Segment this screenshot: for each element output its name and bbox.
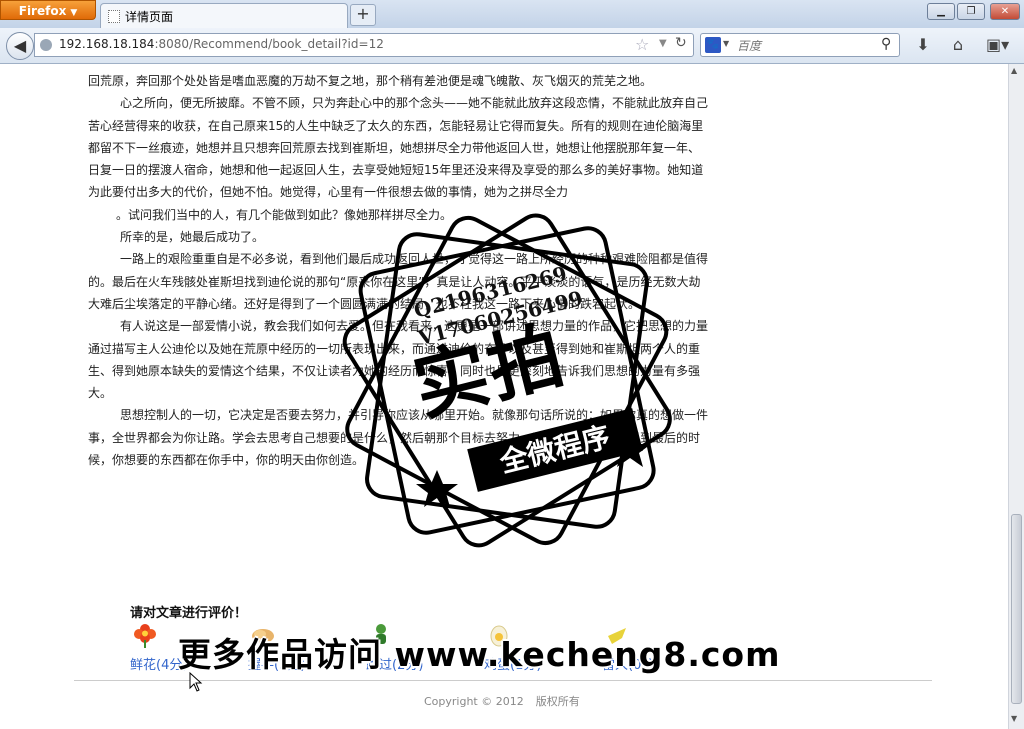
bookmark-star-icon[interactable]: ☆ [635,35,649,54]
article-paragraph: 一路上的艰险重重自是不必多说，看到他们最后成功返回人世，才觉得这一路上所经历的种… [88,252,709,311]
title-bar: Firefox ▼ 详情页面 + ▁ ❐ ✕ [0,0,1024,28]
reload-icon[interactable]: ↻ [675,35,687,51]
search-engine-dropdown-icon[interactable]: ▼ [723,39,729,48]
article-paragraph: 有人说这是一部爱情小说，教会我们如何去爱。但在我看来，这更是一部讲述思想力量的作… [88,319,709,401]
bookmarks-menu-icon[interactable]: ▣▾ [986,35,1009,54]
article-paragraph: 回荒原，奔回那个处处皆是嗜血恶魔的万劫不复之地，那个稍有差池便是魂飞魄散、灰飞烟… [88,74,653,88]
maximize-button[interactable]: ❐ [957,3,985,20]
history-dropdown-icon[interactable]: ▼ [659,38,667,49]
rating-title: 请对文章进行评价！ [130,606,248,621]
search-input[interactable] [735,36,879,56]
scrollbar-thumb[interactable] [1011,514,1022,704]
article-paragraph: 心之所向，便无所披靡。不管不顾，只为奔赴心中的那个念头——她不能就此放弃这段恋情… [88,96,709,200]
tab-title: 详情页面 [125,10,174,24]
search-icon[interactable]: ⚲ [881,36,891,52]
mouse-cursor-icon [189,672,203,692]
close-button[interactable]: ✕ [990,3,1020,20]
search-box: 🐾 ▼ ⚲ [700,33,900,57]
page-icon [108,10,120,23]
vertical-scrollbar[interactable]: ▲ ▼ [1008,64,1024,729]
minimize-button[interactable]: ▁ [927,3,955,20]
flower-icon [134,624,156,648]
copyright-text: Copyright © 2012 [424,695,524,708]
url-path: :8080/Recommend/book_detail?id=12 [154,37,384,51]
globe-icon [40,39,52,51]
download-icon[interactable]: ⬇ [913,35,933,54]
home-icon[interactable]: ⌂ [948,35,968,54]
scroll-down-icon[interactable]: ▼ [1011,714,1017,723]
footer-copyright: Copyright © 2012 版权所有 [424,693,592,709]
chevron-down-icon: ▼ [70,8,78,18]
watermark-banner: 更多作品访问 www.kecheng8.com [178,635,781,674]
tab-detail-page[interactable]: 详情页面 [100,3,348,28]
firefox-menu-button[interactable]: Firefox ▼ [0,0,96,20]
article-paragraph: 所幸的是，她最后成功了。 [120,230,265,245]
url-host: 192.168.18.184 [59,37,155,51]
article-paragraph: 。试问我们当中的人，有几个能做到如此？像她那样拼尽全力。 [116,207,453,222]
url-text[interactable]: 192.168.18.184:8080/Recommend/book_detai… [59,37,384,51]
back-arrow-icon: ◀ [13,36,27,55]
firefox-menu-label: Firefox [18,4,67,18]
new-tab-button[interactable]: + [350,4,376,26]
baidu-paw-icon[interactable]: 🐾 [705,37,721,53]
navigation-toolbar: ◀ 192.168.18.184:8080/Recommend/book_det… [0,28,1024,64]
scroll-up-icon[interactable]: ▲ [1011,66,1017,75]
back-button[interactable]: ◀ [6,32,34,60]
rights-text: 版权所有 [535,695,580,708]
address-bar[interactable]: 192.168.18.184:8080/Recommend/book_detai… [34,33,694,57]
